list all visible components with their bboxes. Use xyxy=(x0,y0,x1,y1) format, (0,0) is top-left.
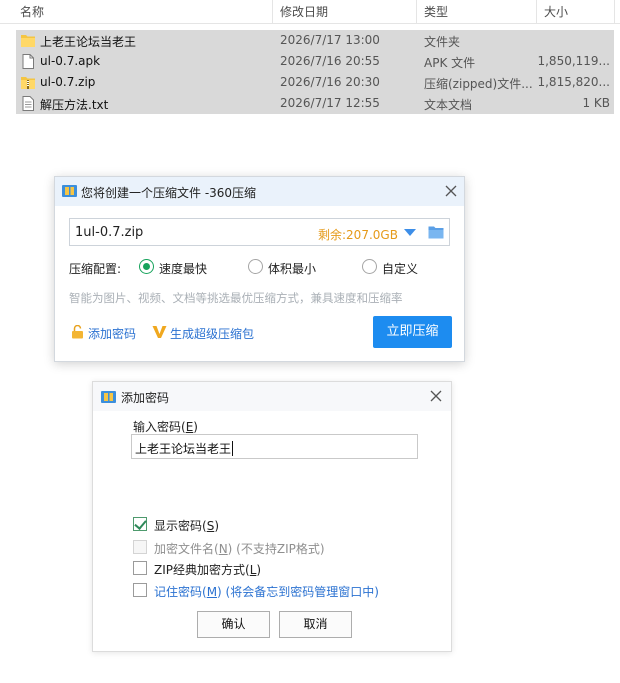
checkbox-label: ZIP经典加密方式(L) xyxy=(154,563,262,577)
compress-dialog: 您将创建一个压缩文件 -360压缩 1ul-0.7.zip 剩余:207.0GB… xyxy=(54,176,465,362)
360zip-icon xyxy=(101,391,116,403)
super-compress-label[interactable]: 生成超级压缩包 xyxy=(170,325,254,342)
column-header-row: 名称 修改日期 类型 大小 xyxy=(0,0,620,24)
radio-label: 体积最小 xyxy=(268,262,317,276)
dialog-title: 添加密码 xyxy=(121,391,170,405)
file-row[interactable]: 上老王论坛当老王 2026/7/17 13:00 文件夹 xyxy=(16,30,614,51)
compress-now-button[interactable]: 立即压缩 xyxy=(373,316,452,348)
text-caret xyxy=(232,441,234,456)
checkbox-box[interactable] xyxy=(133,583,147,597)
file-type: 压缩(zipped)文件... xyxy=(424,77,533,91)
dialog-titlebar[interactable]: 添加密码 xyxy=(93,382,451,411)
column-header-name[interactable]: 名称 xyxy=(20,3,44,20)
checkbox-label: 加密文件名(N) (不支持ZIP格式) xyxy=(154,542,325,556)
compress-config-label: 压缩配置: xyxy=(69,262,122,276)
password-input-label: 输入密码(E) xyxy=(133,420,198,434)
folder-icon xyxy=(21,35,35,47)
file-date: 2026/7/17 13:00 xyxy=(280,33,380,47)
radio-label: 速度最快 xyxy=(159,262,208,276)
file-type: 文本文档 xyxy=(424,98,473,112)
file-type: APK 文件 xyxy=(424,56,476,70)
file-date: 2026/7/16 20:55 xyxy=(280,54,380,68)
close-icon[interactable] xyxy=(428,388,444,404)
text-file-icon xyxy=(22,96,34,111)
file-explorer: 名称 修改日期 类型 大小 上老王论坛当老王 2026/7/17 13:00 文… xyxy=(0,0,620,118)
file-row[interactable]: ul-0.7.zip 2026/7/16 20:30 压缩(zipped)文件.… xyxy=(16,72,614,93)
file-date: 2026/7/16 20:30 xyxy=(280,75,380,89)
chevron-down-icon[interactable] xyxy=(404,229,416,236)
radio-label: 自定义 xyxy=(382,262,419,276)
free-space-label: 剩余:207.0GB xyxy=(318,228,398,242)
file-row[interactable]: 解压方法.txt 2026/7/17 12:55 文本文档 1 KB xyxy=(16,93,614,114)
browse-folder-icon[interactable] xyxy=(428,225,444,239)
password-value[interactable]: 上老王论坛当老王 xyxy=(135,440,234,457)
v-badge-icon xyxy=(152,326,167,338)
cancel-button[interactable]: 取消 xyxy=(279,611,352,638)
column-header-type[interactable]: 类型 xyxy=(424,3,448,20)
add-password-label[interactable]: 添加密码 xyxy=(88,325,136,342)
360zip-icon xyxy=(62,185,77,197)
close-icon[interactable] xyxy=(443,183,459,199)
file-name: 上老王论坛当老王 xyxy=(40,35,137,49)
column-divider[interactable] xyxy=(416,0,417,24)
lock-icon xyxy=(72,325,83,339)
checkbox-label: 显示密码(S) xyxy=(154,519,219,533)
column-divider[interactable] xyxy=(614,0,615,24)
password-input[interactable]: 上老王论坛当老王 xyxy=(131,434,418,459)
compress-hint: 智能为图片、视频、文档等挑选最优压缩方式，兼具速度和压缩率 xyxy=(69,291,403,305)
checkbox-box[interactable] xyxy=(133,561,147,575)
file-size: 1,850,119... xyxy=(537,54,610,68)
file-name: 解压方法.txt xyxy=(40,98,109,112)
column-divider[interactable] xyxy=(536,0,537,24)
radio-indicator[interactable] xyxy=(139,259,154,274)
archive-path-value[interactable]: 1ul-0.7.zip xyxy=(75,225,143,240)
file-size: 1 KB xyxy=(582,96,610,110)
column-header-size[interactable]: 大小 xyxy=(544,3,568,20)
archive-path-field[interactable]: 1ul-0.7.zip 剩余:207.0GB xyxy=(69,218,450,246)
column-divider[interactable] xyxy=(272,0,273,24)
radio-indicator[interactable] xyxy=(362,259,377,274)
file-size: 1,815,820... xyxy=(537,75,610,89)
file-icon xyxy=(22,54,34,69)
checkbox-box[interactable] xyxy=(133,517,147,531)
file-date: 2026/7/17 12:55 xyxy=(280,96,380,110)
radio-indicator[interactable] xyxy=(248,259,263,274)
file-type: 文件夹 xyxy=(424,35,461,49)
zip-folder-icon xyxy=(21,77,35,89)
dialog-titlebar[interactable]: 您将创建一个压缩文件 -360压缩 xyxy=(55,177,464,206)
confirm-button[interactable]: 确认 xyxy=(197,611,270,638)
checkbox-box xyxy=(133,540,147,554)
column-header-date[interactable]: 修改日期 xyxy=(280,3,328,20)
file-row[interactable]: ul-0.7.apk 2026/7/16 20:55 APK 文件 1,850,… xyxy=(16,51,614,72)
file-name: ul-0.7.zip xyxy=(40,75,96,89)
file-name: ul-0.7.apk xyxy=(40,54,101,68)
add-password-dialog: 添加密码 输入密码(E) 上老王论坛当老王 显示密码(S) 加密文件名(N) (… xyxy=(92,381,452,652)
checkbox-label: 记住密码(M) (将会备忘到密码管理窗口中) xyxy=(154,585,379,599)
dialog-title: 您将创建一个压缩文件 -360压缩 xyxy=(81,186,257,200)
